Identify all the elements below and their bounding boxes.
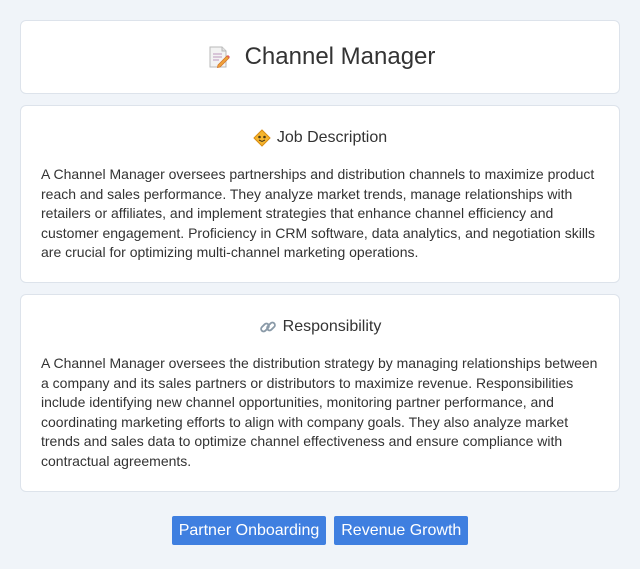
tag-partner-onboarding[interactable]: Partner Onboarding: [171, 516, 327, 545]
title-card: Channel Manager: [20, 20, 620, 94]
job-description-text: A Channel Manager oversees partnerships …: [41, 166, 596, 260]
job-description-heading: Job Description: [276, 129, 388, 146]
page-title: Channel Manager: [244, 43, 436, 70]
responsibility-card: Responsibility A Channel Manager oversee…: [20, 294, 620, 492]
responsibility-heading-row: Responsibility: [41, 316, 599, 338]
job-description-heading-row: Job Description: [41, 127, 599, 149]
memo-icon: [205, 44, 231, 70]
link-icon: [259, 318, 277, 336]
tag-revenue-growth[interactable]: Revenue Growth: [334, 516, 469, 545]
tag-list: Partner Onboarding Revenue Growth: [0, 516, 640, 545]
diamond-icon: [253, 129, 271, 147]
responsibility-heading: Responsibility: [282, 318, 382, 335]
job-description-card: Job Description A Channel Manager overse…: [20, 105, 620, 283]
responsibility-text: A Channel Manager oversees the distribut…: [41, 355, 598, 469]
